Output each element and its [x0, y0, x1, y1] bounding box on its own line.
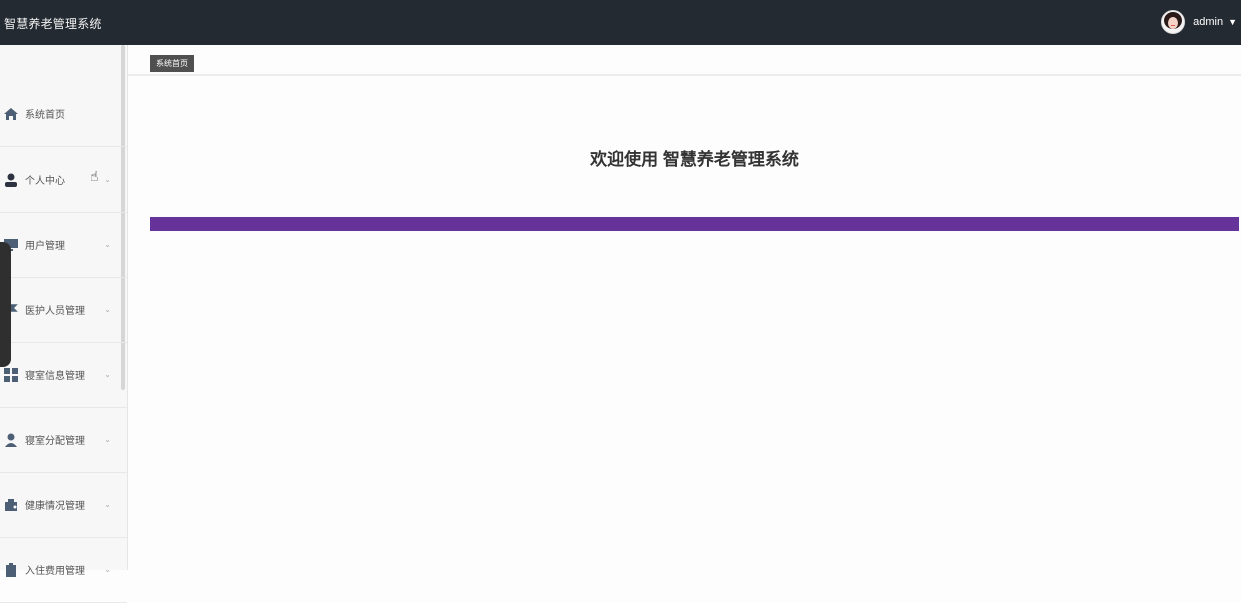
- chevron-down-icon[interactable]: ⌄: [104, 175, 111, 184]
- chevron-down-icon[interactable]: ⌄: [104, 305, 111, 314]
- breadcrumb-divider: [128, 74, 1241, 76]
- user-name[interactable]: admin: [1193, 16, 1223, 28]
- breadcrumb[interactable]: 系统首页: [150, 55, 194, 72]
- sidebar-item-medical-staff-management[interactable]: 医护人员管理 ⌄: [0, 277, 127, 343]
- user-icon: [3, 172, 19, 188]
- accent-bar: [150, 217, 1239, 231]
- avatar-mouth: [1171, 25, 1176, 26]
- app-title: 智慧养老管理系统: [4, 17, 102, 31]
- sidebar-item-label: 系统首页: [25, 110, 65, 121]
- sidebar-item-dormitory-allocation-management[interactable]: 寝室分配管理 ⌄: [0, 407, 127, 473]
- welcome-heading: 欢迎使用 智慧养老管理系统: [590, 150, 799, 169]
- main-content: 系统首页 欢迎使用 智慧养老管理系统: [128, 45, 1241, 570]
- sidebar: 系统首页 个人中心 ⌄ 用户管理 ⌄ 医护人员管理 ⌄ 寝室信息管理 ⌄ 寝室分…: [0, 45, 128, 603]
- caret-down-icon[interactable]: ▼: [1228, 17, 1237, 27]
- briefcase-icon: [3, 497, 19, 513]
- sidebar-item-fee-management[interactable]: 入住费用管理 ⌄: [0, 537, 127, 603]
- person-icon: [3, 432, 19, 448]
- sidebar-item-home[interactable]: 系统首页: [0, 81, 127, 147]
- user-avatar[interactable]: [1161, 10, 1186, 34]
- sidebar-item-label: 健康情况管理: [25, 501, 85, 512]
- sidebar-item-label: 医护人员管理: [25, 306, 85, 317]
- sidebar-item-health-status-management[interactable]: 健康情况管理 ⌄: [0, 472, 127, 538]
- chevron-down-icon[interactable]: ⌄: [104, 240, 111, 249]
- side-floating-tab[interactable]: [0, 242, 11, 367]
- sidebar-item-label: 个人中心: [25, 176, 65, 187]
- top-navbar: 智慧养老管理系统 admin ▼: [0, 0, 1241, 45]
- sidebar-item-label: 寝室信息管理: [25, 371, 85, 382]
- sidebar-item-user-management[interactable]: 用户管理 ⌄: [0, 212, 127, 278]
- sidebar-item-dormitory-info-management[interactable]: 寝室信息管理 ⌄: [0, 342, 127, 408]
- mouse-cursor-icon: ☝: [90, 168, 99, 184]
- chevron-down-icon[interactable]: ⌄: [104, 500, 111, 509]
- chevron-down-icon[interactable]: ⌄: [104, 435, 111, 444]
- chevron-down-icon[interactable]: ⌄: [104, 370, 111, 379]
- sidebar-item-personal-center[interactable]: 个人中心 ⌄: [0, 147, 127, 213]
- grid-icon: [3, 367, 19, 383]
- sidebar-item-label: 寝室分配管理: [25, 436, 85, 447]
- home-icon: [3, 106, 19, 122]
- user-menu[interactable]: admin ▼: [1161, 10, 1237, 34]
- sidebar-item-label: 用户管理: [25, 241, 65, 252]
